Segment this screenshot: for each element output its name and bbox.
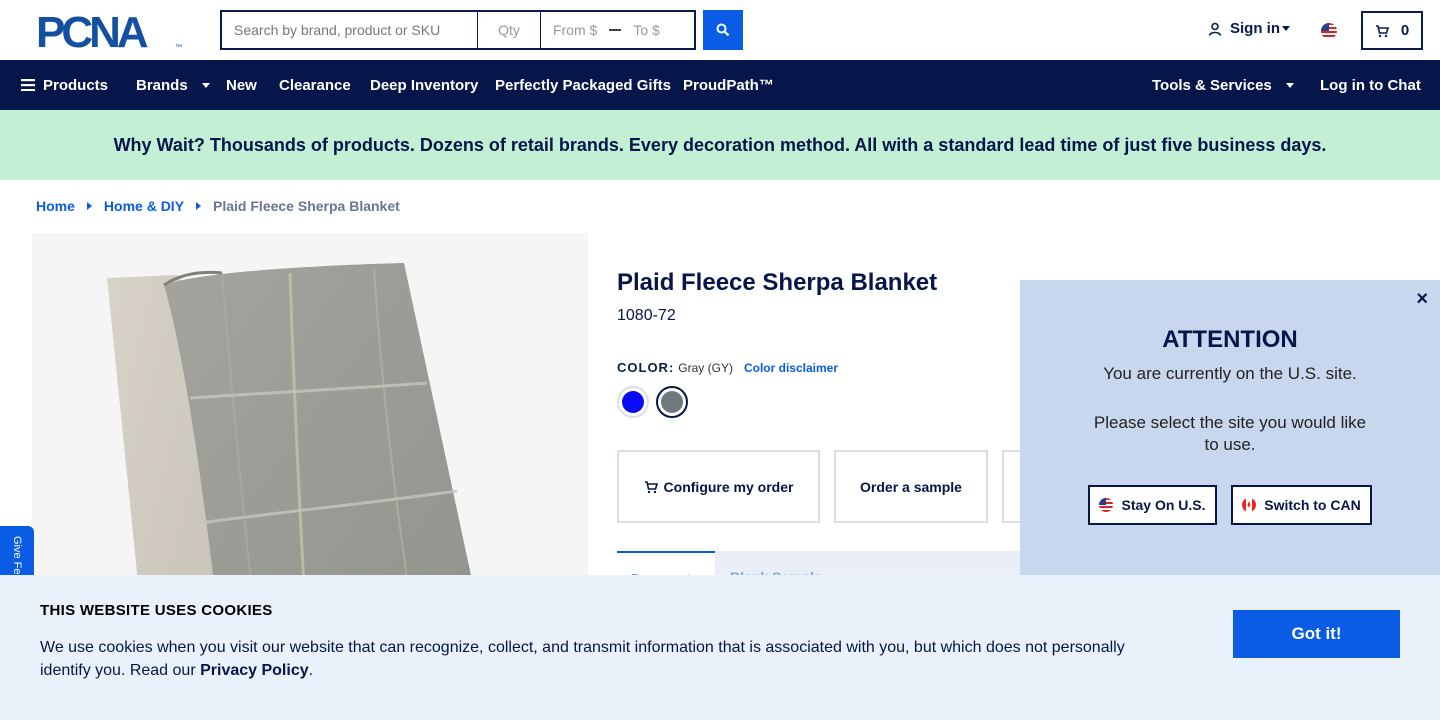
cookie-text: We use cookies when you visit our websit… [40, 636, 1150, 682]
cart-count: 0 [1400, 22, 1410, 39]
nav-brands-label: Brands [136, 76, 188, 94]
site-header: PCNA ™ Search by brand, product or SKU Q… [0, 0, 1440, 60]
breadcrumb-category[interactable]: Home & DIY [104, 198, 184, 214]
color-disclaimer-link[interactable]: Color disclaimer [744, 361, 838, 375]
swatch-fill [622, 391, 644, 413]
got-it-button[interactable]: Got it! [1233, 610, 1400, 658]
nav-tools-label: Tools & Services [1152, 76, 1272, 94]
chevron-down-icon [201, 82, 210, 88]
swatch-fill [661, 391, 683, 413]
color-swatch-blue[interactable] [617, 386, 649, 418]
color-label: COLOR: [617, 360, 675, 375]
privacy-policy-link[interactable]: Privacy Policy [200, 662, 309, 679]
qty-input[interactable]: Qty [478, 10, 541, 50]
price-to-input[interactable]: To $ [633, 22, 659, 38]
breadcrumb: Home Home & DIY Plaid Fleece Sherpa Blan… [36, 198, 400, 214]
range-dash [609, 29, 622, 31]
nav-products[interactable]: Products [21, 60, 108, 110]
chevron-down-icon [1282, 26, 1290, 31]
logo-text: PCNA [36, 12, 148, 50]
nav-clearance[interactable]: Clearance [279, 60, 351, 110]
price-range: From $ To $ [541, 10, 696, 50]
nav-deep-inventory[interactable]: Deep Inventory [370, 60, 478, 110]
nav-tools[interactable]: Tools & Services [1152, 60, 1294, 110]
attention-message-2: Please select the site you would like to… [1093, 413, 1367, 454]
nav-proudpath[interactable]: ProudPath™ [683, 60, 774, 110]
close-icon[interactable]: × [1416, 288, 1428, 311]
us-flag-icon [1099, 498, 1114, 512]
order-sample-button[interactable]: Order a sample [834, 450, 988, 523]
sign-in-label: Sign in [1230, 20, 1280, 37]
main-nav: Products Brands New Clearance Deep Inven… [0, 60, 1440, 110]
svg-text:™: ™ [175, 44, 182, 50]
search-button[interactable] [703, 10, 743, 50]
breadcrumb-home[interactable]: Home [36, 198, 75, 214]
search-input[interactable]: Search by brand, product or SKU [220, 10, 478, 50]
user-icon [1208, 22, 1222, 36]
nav-gifts[interactable]: Perfectly Packaged Gifts [495, 60, 671, 110]
promo-text: Why Wait? Thousands of products. Dozens … [113, 134, 1327, 155]
stay-us-label: Stay On U.S. [1121, 497, 1206, 513]
chevron-right-icon [86, 202, 92, 210]
cookie-banner: THIS WEBSITE USES COOKIES We use cookies… [0, 575, 1440, 720]
cookie-end: . [308, 662, 314, 679]
hamburger-icon [21, 79, 35, 91]
nav-products-label: Products [43, 76, 109, 94]
promo-banner: Why Wait? Thousands of products. Dozens … [0, 110, 1440, 180]
sign-in-button[interactable]: Sign in [1208, 20, 1290, 37]
attention-title: ATTENTION [1162, 326, 1298, 353]
cart-icon [644, 480, 658, 493]
site-selector-modal: × ATTENTION You are currently on the U.S… [1020, 280, 1440, 576]
search-icon [716, 23, 730, 37]
switch-can-button[interactable]: Switch to CAN [1231, 485, 1372, 525]
attention-message: You are currently on the U.S. site. [1103, 364, 1357, 383]
search-bar: Search by brand, product or SKU Qty From… [220, 10, 696, 50]
configure-order-button[interactable]: Configure my order [617, 450, 820, 523]
canada-flag-icon [1242, 498, 1257, 512]
stay-us-button[interactable]: Stay On U.S. [1088, 485, 1217, 525]
nav-new[interactable]: New [226, 60, 257, 110]
chevron-right-icon [196, 202, 202, 210]
nav-chat[interactable]: Log in to Chat [1320, 60, 1421, 110]
price-from-input[interactable]: From $ [553, 22, 597, 38]
pcna-logo[interactable]: PCNA ™ [36, 8, 184, 57]
color-swatch-gray[interactable] [656, 386, 688, 418]
us-flag-icon[interactable] [1321, 23, 1337, 39]
switch-can-label: Switch to CAN [1264, 497, 1361, 513]
color-row: COLOR: Gray (GY) Color disclaimer [617, 360, 838, 375]
configure-order-label: Configure my order [663, 478, 794, 495]
order-sample-label: Order a sample [860, 478, 962, 495]
product-title: Plaid Fleece Sherpa Blanket [617, 269, 938, 296]
nav-brands[interactable]: Brands [136, 60, 210, 110]
chevron-down-icon [1285, 82, 1294, 88]
cart-icon [1375, 24, 1389, 37]
color-value: Gray (GY) [678, 360, 733, 375]
cart-button[interactable]: 0 [1361, 11, 1423, 50]
product-sku: 1080-72 [617, 307, 676, 324]
cookie-title: THIS WEBSITE USES COOKIES [40, 602, 273, 619]
breadcrumb-current: Plaid Fleece Sherpa Blanket [213, 198, 400, 214]
